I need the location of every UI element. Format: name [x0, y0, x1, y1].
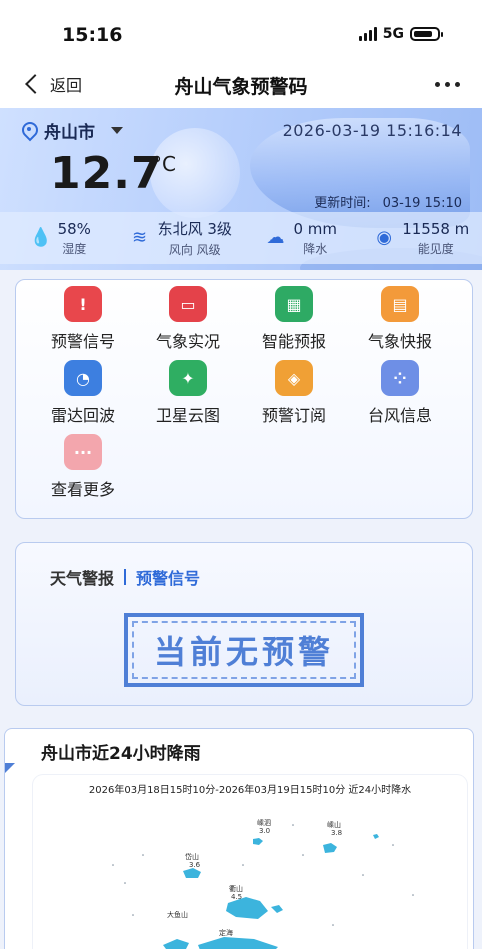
more-dot-icon	[435, 82, 440, 87]
radar-icon: ◔	[64, 360, 102, 396]
stat-visibility: ◉ 11558 m 能见度	[362, 212, 482, 264]
tab-warning-signal[interactable]: 预警信号	[136, 565, 200, 589]
services-grid: ! 预警信号 ▭ 气象实况 ▦ 智能预报 ▤ 气象快报 ◔ 雷达回波 ✦ 卫星云…	[15, 279, 473, 519]
stat-rain: ☁ 0 mm 降水	[241, 212, 362, 264]
island-shapes	[163, 834, 379, 949]
humidity-icon: 💧	[29, 227, 52, 248]
more-dot-icon	[445, 82, 450, 87]
signal-icon	[358, 27, 377, 41]
service-label: 雷达回波	[50, 406, 115, 425]
typhoon-node-icon: ⁘	[381, 360, 419, 396]
tab-weather-alert[interactable]: 天气警报	[50, 565, 114, 589]
map-label-value: 4.5	[231, 893, 242, 901]
service-radar[interactable]: ◔ 雷达回波	[33, 360, 133, 426]
island-shape	[323, 843, 337, 853]
monitor-icon: ▭	[169, 286, 207, 322]
island-shape	[163, 939, 189, 949]
network-type: 5G	[382, 26, 404, 42]
island-shape	[183, 868, 201, 878]
service-typhoon[interactable]: ⁘ 台风信息	[350, 360, 450, 426]
temperature-unit: °C	[152, 152, 176, 176]
warning-tabs: 天气警报 预警信号	[50, 565, 200, 589]
service-label: 查看更多	[50, 480, 115, 499]
page-title: 舟山气象预警码	[174, 76, 308, 98]
rain-card: 舟山市近24小时降雨 2026年03月18日15时10分-2026年03月19日…	[4, 728, 474, 949]
island-shape	[373, 834, 379, 839]
island-shape	[198, 937, 278, 949]
status-bar: 15:16 5G	[0, 0, 482, 62]
map-label-name: 岱山	[185, 852, 199, 861]
status-indicators: 5G	[358, 26, 443, 42]
warning-icon: !	[64, 286, 102, 322]
service-label: 气象快报	[367, 332, 432, 351]
service-label: 预警订阅	[261, 406, 326, 425]
stat-label: 湿度	[62, 241, 87, 256]
update-label: 更新时间:	[314, 196, 371, 211]
more-dots-icon: ···	[64, 434, 102, 470]
map-label-name: 定海	[219, 928, 233, 937]
island-shape	[271, 905, 283, 913]
corner-accent	[5, 763, 15, 773]
map-label-value: 3.8	[331, 829, 342, 837]
current-datetime: 2026-03-19 15:16:14	[282, 121, 462, 140]
no-warning-stamp: 当前无预警	[124, 613, 364, 687]
stat-humidity: 💧 58% 湿度	[0, 212, 121, 264]
stat-value: 11558 m	[402, 219, 470, 238]
service-label: 卫星云图	[155, 406, 220, 425]
nav-bar: 返回 舟山气象预警码	[0, 62, 482, 108]
map-label-name: 嵊山	[327, 820, 341, 829]
location-pin-icon	[22, 122, 36, 140]
caret-down-icon	[111, 127, 123, 134]
temperature-value: 12.7	[50, 148, 163, 199]
report-icon: ▤	[381, 286, 419, 322]
map-label-value: 3.0	[259, 827, 270, 835]
rain-map-svg: 嵊泗 3.0 嵊山 3.8 岱山 3.6 衢山 4.5 大鱼山 定海	[112, 818, 414, 949]
map-label-value: 3.6	[189, 861, 201, 869]
grid-board-icon: ▦	[275, 286, 313, 322]
map-label-name: 衢山	[229, 884, 243, 893]
eye-icon: ◉	[376, 227, 393, 248]
status-time: 15:16	[62, 24, 123, 46]
stat-wind: ≋ 东北风 3级 风向 风级	[121, 212, 242, 264]
service-more[interactable]: ··· 查看更多	[33, 434, 133, 500]
city-name: 舟山市	[44, 123, 95, 143]
stat-value: 58%	[57, 219, 91, 238]
tab-divider	[124, 569, 127, 585]
island-shape	[253, 838, 263, 845]
battery-icon	[410, 27, 443, 41]
service-smart-forecast[interactable]: ▦ 智能预报	[244, 286, 344, 352]
service-label: 预警信号	[50, 332, 115, 351]
stat-label: 降水	[303, 241, 328, 256]
stat-label: 能见度	[417, 241, 454, 256]
subscribe-cube-icon: ◈	[275, 360, 313, 396]
stat-value: 东北风 3级	[157, 220, 232, 238]
service-warning-signal[interactable]: ! 预警信号	[33, 286, 133, 352]
more-menu-button[interactable]	[435, 74, 460, 87]
map-caption: 2026年03月18日15时10分-2026年03月19日15时10分 近24小…	[88, 785, 412, 796]
service-label: 智能预报	[261, 332, 326, 351]
rain-title: 舟山市近24小时降雨	[41, 744, 201, 764]
service-warning-subscribe[interactable]: ◈ 预警订阅	[244, 360, 344, 426]
update-value: 03-19 15:10	[382, 196, 462, 211]
city-selector[interactable]: 舟山市	[22, 118, 123, 143]
rain-map[interactable]: 2026年03月18日15时10分-2026年03月19日15时10分 近24小…	[33, 775, 467, 949]
service-label: 气象实况	[155, 332, 220, 351]
service-satellite[interactable]: ✦ 卫星云图	[138, 360, 238, 426]
satellite-icon: ✦	[169, 360, 207, 396]
update-time: 更新时间: 03-19 15:10	[314, 192, 462, 211]
wind-icon: ≋	[132, 227, 148, 248]
warning-card: 天气警报 预警信号 当前无预警	[15, 542, 473, 706]
map-label-name: 嵊泗	[257, 818, 271, 827]
weather-header: 舟山市 2026-03-19 15:16:14 12.7 °C 更新时间: 03-…	[0, 108, 482, 270]
service-label: 台风信息	[367, 406, 432, 425]
map-label-name: 大鱼山	[167, 910, 188, 919]
stat-value: 0 mm	[293, 219, 338, 238]
service-live-weather[interactable]: ▭ 气象实况	[138, 286, 238, 352]
weather-stats: 💧 58% 湿度 ≋ 东北风 3级 风向 风级 ☁ 0 mm 降水 ◉ 1155…	[0, 212, 482, 264]
rain-icon: ☁	[266, 227, 285, 248]
stat-label: 风向 风级	[168, 243, 221, 257]
service-weather-bulletin[interactable]: ▤ 气象快报	[350, 286, 450, 352]
more-dot-icon	[455, 82, 460, 87]
